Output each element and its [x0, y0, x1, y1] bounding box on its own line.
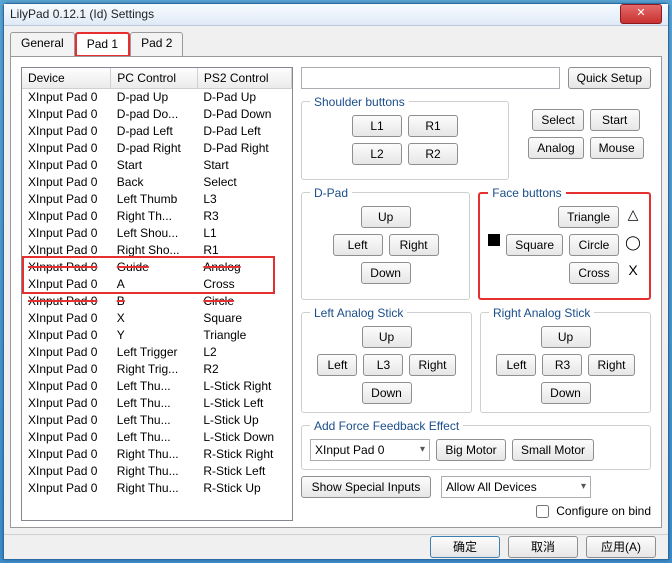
start-button[interactable]: Start [590, 109, 640, 131]
table-row[interactable]: XInput Pad 0XSquare [22, 309, 292, 326]
lstick-left-button[interactable]: Left [317, 354, 357, 376]
ffb-device-select[interactable]: XInput Pad 0 [310, 439, 430, 461]
table-row[interactable]: XInput Pad 0BCircle [22, 292, 292, 309]
titlebar: LilyPad 0.12.1 (Id) Settings ✕ [4, 4, 668, 26]
table-row[interactable]: XInput Pad 0Right Thu...R-Stick Up [22, 479, 292, 496]
table-row[interactable]: XInput Pad 0GuideAnalog [22, 258, 292, 275]
table-row[interactable]: XInput Pad 0Right Trig...R2 [22, 360, 292, 377]
tab-pane: DevicePC ControlPS2 Control XInput Pad 0… [10, 56, 662, 528]
dpad-left-button[interactable]: Left [333, 234, 383, 256]
tab-general[interactable]: General [10, 32, 75, 57]
table-row[interactable]: XInput Pad 0Right Th...R3 [22, 207, 292, 224]
r2-button[interactable]: R2 [408, 143, 458, 165]
triangle-icon: △ [625, 206, 641, 228]
table-row[interactable]: XInput Pad 0Right Thu...R-Stick Right [22, 445, 292, 462]
lstick-down-button[interactable]: Down [362, 382, 412, 404]
configure-on-bind-label: Configure on bind [556, 504, 651, 518]
mouse-button[interactable]: Mouse [590, 137, 644, 159]
table-row[interactable]: XInput Pad 0ACross [22, 275, 292, 292]
rstick-left-button[interactable]: Left [496, 354, 536, 376]
column-header[interactable]: Device [22, 68, 111, 89]
rstick-up-button[interactable]: Up [541, 326, 591, 348]
tab-pad-2[interactable]: Pad 2 [130, 32, 183, 57]
circle-button[interactable]: Circle [569, 234, 619, 256]
window-body: GeneralPad 1Pad 2 DevicePC ControlPS2 Co… [4, 26, 668, 534]
small-motor-button[interactable]: Small Motor [512, 439, 594, 461]
bindings-panel: DevicePC ControlPS2 Control XInput Pad 0… [21, 67, 293, 521]
face-legend: Face buttons [488, 186, 565, 200]
lstick-up-button[interactable]: Up [362, 326, 412, 348]
rstick-right-button[interactable]: Right [588, 354, 634, 376]
table-row[interactable]: XInput Pad 0Left Thu...L-Stick Left [22, 394, 292, 411]
apply-button[interactable]: 应用(A) [586, 536, 656, 558]
table-row[interactable]: XInput Pad 0D-pad Do...D-Pad Down [22, 105, 292, 122]
dpad-right-button[interactable]: Right [389, 234, 439, 256]
rstick-legend: Right Analog Stick [489, 306, 594, 320]
table-row[interactable]: XInput Pad 0D-pad RightD-Pad Right [22, 139, 292, 156]
cross-icon: X [625, 262, 641, 284]
close-button[interactable]: ✕ [620, 4, 662, 24]
circle-icon: ◯ [625, 234, 641, 256]
dpad-legend: D-Pad [310, 186, 352, 200]
allow-devices-select[interactable]: Allow All Devices [441, 476, 591, 498]
triangle-button[interactable]: Triangle [558, 206, 619, 228]
r3-button[interactable]: R3 [542, 354, 582, 376]
rstick-down-button[interactable]: Down [541, 382, 591, 404]
l3-button[interactable]: L3 [363, 354, 403, 376]
mapping-panel: Quick Setup Shoulder buttons L1 R1 L2 R2 S… [301, 67, 651, 521]
table-row[interactable]: XInput Pad 0Left Thu...L-Stick Up [22, 411, 292, 428]
ffb-legend: Add Force Feedback Effect [310, 419, 463, 433]
dpad-up-button[interactable]: Up [361, 206, 411, 228]
table-row[interactable]: XInput Pad 0Right Thu...R-Stick Left [22, 462, 292, 479]
show-special-button[interactable]: Show Special Inputs [301, 476, 431, 498]
lstick-right-button[interactable]: Right [409, 354, 455, 376]
tab-strip: GeneralPad 1Pad 2 [10, 32, 662, 57]
cancel-button[interactable]: 取消 [508, 536, 578, 558]
analog-button[interactable]: Analog [528, 137, 583, 159]
table-row[interactable]: XInput Pad 0BackSelect [22, 173, 292, 190]
ok-button[interactable]: 确定 [430, 536, 500, 558]
big-motor-button[interactable]: Big Motor [436, 439, 506, 461]
dpad-down-button[interactable]: Down [361, 262, 411, 284]
square-button[interactable]: Square [506, 234, 563, 256]
binding-name-input[interactable] [301, 67, 560, 89]
table-row[interactable]: XInput Pad 0Left Thu...L-Stick Down [22, 428, 292, 445]
select-button[interactable]: Select [532, 109, 583, 131]
table-row[interactable]: XInput Pad 0Left Thu...L-Stick Right [22, 377, 292, 394]
r1-button[interactable]: R1 [408, 115, 458, 137]
table-row[interactable]: XInput Pad 0Left TriggerL2 [22, 343, 292, 360]
l2-button[interactable]: L2 [352, 143, 402, 165]
table-row[interactable]: XInput Pad 0D-pad UpD-Pad Up [22, 88, 292, 105]
bindings-list[interactable]: DevicePC ControlPS2 Control XInput Pad 0… [21, 67, 293, 521]
table-row[interactable]: XInput Pad 0YTriangle [22, 326, 292, 343]
dialog-footer: 确定 取消 应用(A) [4, 534, 668, 559]
table-row[interactable]: XInput Pad 0StartStart [22, 156, 292, 173]
table-row[interactable]: XInput Pad 0D-pad LeftD-Pad Left [22, 122, 292, 139]
configure-on-bind-checkbox[interactable] [536, 505, 549, 518]
settings-window: LilyPad 0.12.1 (Id) Settings ✕ GeneralPa… [3, 3, 669, 560]
column-header[interactable]: PC Control [111, 68, 198, 89]
table-row[interactable]: XInput Pad 0Left ThumbL3 [22, 190, 292, 207]
table-row[interactable]: XInput Pad 0Left Shou...L1 [22, 224, 292, 241]
column-header[interactable]: PS2 Control [197, 68, 291, 89]
quick-setup-button[interactable]: Quick Setup [568, 67, 651, 89]
cross-button[interactable]: Cross [569, 262, 619, 284]
window-title: LilyPad 0.12.1 (Id) Settings [10, 7, 620, 21]
l1-button[interactable]: L1 [352, 115, 402, 137]
shoulder-legend: Shoulder buttons [310, 95, 409, 109]
lstick-legend: Left Analog Stick [310, 306, 407, 320]
square-icon [488, 234, 500, 246]
tab-pad-1[interactable]: Pad 1 [75, 32, 130, 57]
table-row[interactable]: XInput Pad 0Right Sho...R1 [22, 241, 292, 258]
